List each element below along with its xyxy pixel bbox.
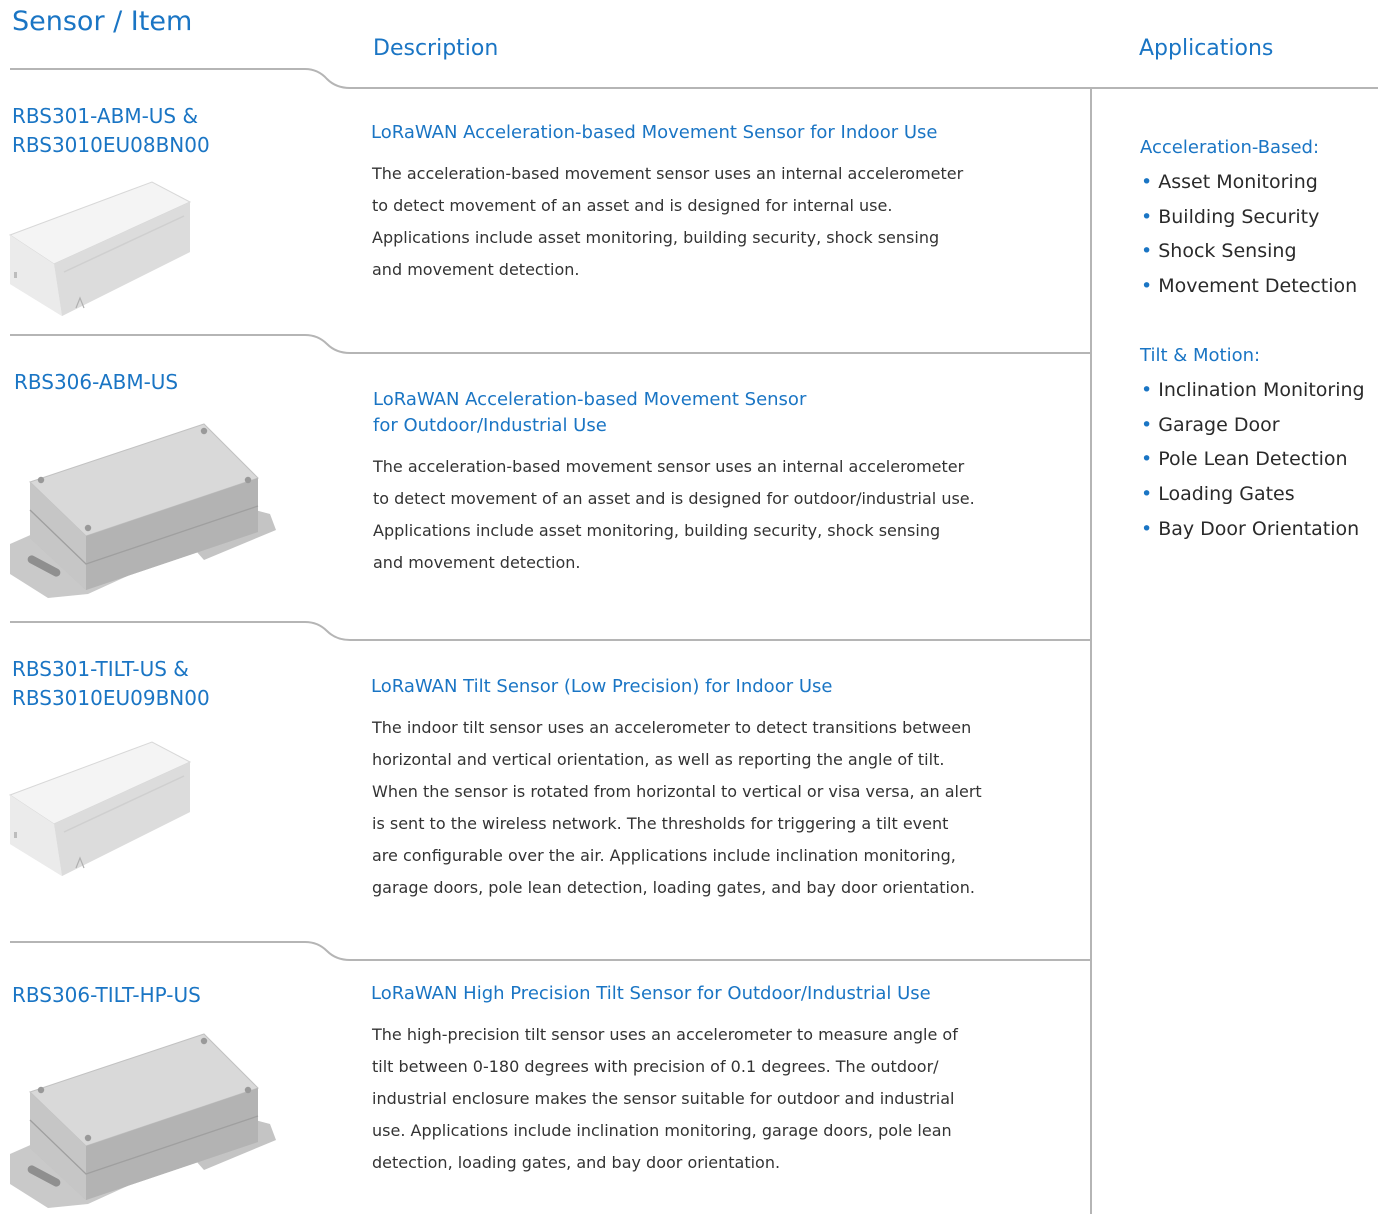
product-title-2: LoRaWAN Acceleration-based Movement Sens… — [373, 387, 806, 439]
sensor-name-line: RBS301-ABM-US & — [12, 104, 199, 128]
description-line: to detect movement of an asset and is de… — [372, 196, 893, 215]
bullet-icon: • — [1141, 483, 1153, 506]
sensor-name-4: RBS306-TILT-HP-US — [12, 981, 201, 1010]
sensor-name-line: RBS3010EU09BN00 — [12, 686, 210, 710]
description-line: The acceleration-based movement sensor u… — [373, 457, 965, 476]
description-line: is sent to the wireless network. The thr… — [372, 814, 949, 833]
product-title-line: for Outdoor/Industrial Use — [373, 415, 607, 436]
description-line: When the sensor is rotated from horizont… — [372, 782, 982, 801]
sensor-name-line: RBS3010EU08BN00 — [12, 133, 210, 157]
row-divider-3 — [10, 941, 1091, 961]
product-description-1: The acceleration-based movement sensor u… — [372, 158, 963, 286]
row-divider-1 — [10, 334, 1091, 354]
description-line: garage doors, pole lean detection, loadi… — [372, 878, 975, 897]
application-item: • Loading Gates — [1141, 477, 1365, 512]
description-line: industrial enclosure makes the sensor su… — [372, 1089, 955, 1108]
description-line: are configurable over the air. Applicati… — [372, 846, 956, 865]
application-item-label: Shock Sensing — [1158, 240, 1297, 263]
application-item: • Inclination Monitoring — [1141, 373, 1365, 408]
sensor-name-line: RBS301-TILT-US & — [12, 657, 189, 681]
product-title-line: LoRaWAN High Precision Tilt Sensor for O… — [371, 983, 931, 1004]
applications-group-title-acceleration: Acceleration-Based: — [1140, 137, 1320, 158]
indoor-sensor-image-1 — [8, 181, 192, 316]
sensor-name-2: RBS306-ABM-US — [14, 368, 178, 397]
product-title-line: LoRaWAN Acceleration-based Movement Sens… — [373, 389, 807, 410]
product-title-4: LoRaWAN High Precision Tilt Sensor for O… — [371, 981, 931, 1007]
description-line: The high-precision tilt sensor uses an a… — [372, 1025, 958, 1044]
description-line: to detect movement of an asset and is de… — [373, 489, 975, 508]
application-item-label: Movement Detection — [1158, 275, 1358, 298]
header-divider — [10, 68, 1378, 89]
applications-list-acceleration: • Asset Monitoring • Building Security • Sh… — [1141, 165, 1357, 304]
sensor-name-line: RBS306-ABM-US — [14, 370, 179, 394]
description-line: The indoor tilt sensor uses an accelerom… — [372, 718, 972, 737]
bullet-icon: • — [1141, 379, 1153, 401]
product-title-1: LoRaWAN Acceleration-based Movement Sens… — [371, 120, 937, 146]
row-divider-2 — [10, 621, 1091, 641]
application-item-label: Pole Lean Detection — [1158, 448, 1348, 471]
sensor-name-1: RBS301-ABM-US & RBS3010EU08BN00 — [12, 102, 210, 160]
application-item: • Building Security — [1141, 200, 1357, 235]
bullet-icon: • — [1141, 205, 1153, 228]
description-line: detection, loading gates, and bay door o… — [372, 1153, 781, 1172]
indoor-sensor-image-3 — [8, 741, 192, 876]
product-description-2: The acceleration-based movement sensor u… — [373, 451, 975, 579]
description-line: Applications include asset monitoring, b… — [372, 228, 940, 247]
product-description-3: The indoor tilt sensor uses an accelerom… — [372, 712, 982, 904]
bullet-icon: • — [1141, 171, 1153, 193]
outdoor-sensor-image-4 — [10, 1033, 276, 1208]
application-item: • Asset Monitoring — [1141, 165, 1357, 200]
application-item: • Garage Door — [1141, 408, 1365, 443]
application-item: • Bay Door Orientation — [1141, 512, 1365, 547]
application-item: • Shock Sensing — [1141, 234, 1357, 269]
description-line: and movement detection. — [373, 553, 581, 572]
application-item: • Pole Lean Detection — [1141, 442, 1365, 477]
application-item-label: Loading Gates — [1158, 483, 1295, 506]
application-item-label: Inclination Monitoring — [1158, 379, 1365, 401]
sensor-name-line: RBS306-TILT-HP-US — [12, 983, 201, 1007]
description-line: horizontal and vertical orientation, as … — [372, 750, 945, 769]
bullet-icon: • — [1141, 448, 1153, 471]
application-item-label: Bay Door Orientation — [1158, 517, 1360, 540]
bullet-icon: • — [1141, 517, 1153, 540]
description-line: use. Applications include inclination mo… — [372, 1121, 952, 1140]
application-item: • Movement Detection — [1141, 269, 1357, 304]
outdoor-sensor-image-2 — [10, 423, 276, 598]
product-description-4: The high-precision tilt sensor uses an a… — [372, 1019, 958, 1179]
description-line: tilt between 0-180 degrees with precisio… — [372, 1057, 939, 1076]
description-line: The acceleration-based movement sensor u… — [372, 164, 964, 183]
description-line: Applications include asset monitoring, b… — [373, 521, 941, 540]
applications-group-title-tilt: Tilt & Motion: — [1140, 345, 1261, 366]
bullet-icon: • — [1141, 413, 1153, 436]
applications-list-tilt: • Inclination Monitoring • Garage Door • Po… — [1141, 373, 1365, 547]
description-line: and movement detection. — [372, 260, 580, 279]
product-title-line: LoRaWAN Tilt Sensor (Low Precision) for … — [371, 676, 833, 697]
sensor-name-3: RBS301-TILT-US & RBS3010EU09BN00 — [12, 655, 210, 713]
application-item-label: Building Security — [1158, 205, 1320, 228]
product-title-line: LoRaWAN Acceleration-based Movement Sens… — [371, 122, 938, 143]
application-item-label: Asset Monitoring — [1158, 171, 1318, 193]
bullet-icon: • — [1141, 240, 1153, 263]
product-title-3: LoRaWAN Tilt Sensor (Low Precision) for … — [371, 674, 832, 700]
bullet-icon: • — [1141, 275, 1153, 298]
application-item-label: Garage Door — [1158, 413, 1280, 436]
